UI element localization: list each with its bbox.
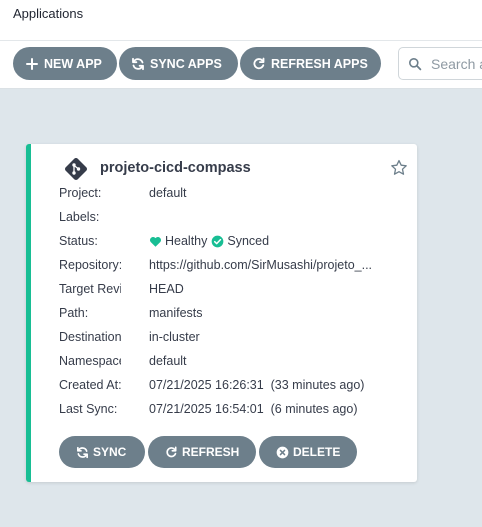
- project-label: Project:: [59, 186, 102, 200]
- last-sync-label: Last Sync:: [59, 402, 118, 416]
- page-title: Applications: [13, 6, 84, 21]
- destination-value: in-cluster: [149, 330, 200, 344]
- status-row: Status: Healthy Synced: [59, 234, 414, 254]
- new-app-label: NEW APP: [44, 56, 102, 71]
- new-app-button[interactable]: NEW APP: [13, 47, 117, 80]
- namespace-value: default: [149, 354, 187, 368]
- redo-icon: [165, 446, 178, 459]
- target-revision-value: HEAD: [149, 282, 184, 296]
- sync-button[interactable]: SYNC: [59, 436, 145, 468]
- search-icon: [408, 57, 422, 71]
- app-name[interactable]: projeto-cicd-compass: [100, 160, 251, 176]
- sync-apps-button[interactable]: SYNC APPS: [119, 47, 238, 80]
- namespace-label: Namespace:: [59, 354, 121, 368]
- delete-button[interactable]: DELETE: [259, 436, 357, 468]
- star-icon[interactable]: [390, 159, 408, 177]
- labels-label: Labels:: [59, 210, 100, 224]
- sync-label: SYNC: [93, 445, 127, 459]
- sync-icon: [131, 57, 145, 71]
- repository-label: Repository:: [59, 258, 121, 272]
- repository-value: https://github.com/SirMusashi/projeto_..…: [149, 258, 373, 272]
- sync-icon: [76, 446, 89, 459]
- namespace-row: Namespace: default: [59, 354, 414, 374]
- target-revision-row: Target Revision: HEAD: [59, 282, 414, 302]
- heart-icon: [149, 236, 162, 247]
- labels-row: Labels:: [59, 210, 414, 230]
- search-box[interactable]: [398, 47, 482, 80]
- refresh-label: REFRESH: [182, 445, 240, 459]
- status-value: Healthy Synced: [149, 234, 269, 248]
- status-label: Status:: [59, 234, 98, 248]
- refresh-button[interactable]: REFRESH: [148, 436, 256, 468]
- refresh-apps-label: REFRESH APPS: [271, 56, 368, 71]
- path-value: manifests: [149, 306, 203, 320]
- health-status: Healthy: [165, 234, 208, 248]
- times-circle-icon: [276, 446, 289, 459]
- path-row: Path: manifests: [59, 306, 414, 326]
- git-logo-icon: [65, 158, 87, 180]
- plus-icon: [25, 57, 39, 71]
- destination-label: Destination:: [59, 330, 121, 344]
- top-bar: Applications: [0, 0, 482, 40]
- created-at-row: Created At: 07/21/2025 16:26:31 (33 minu…: [59, 378, 414, 398]
- check-circle-icon: [212, 235, 224, 247]
- sync-apps-label: SYNC APPS: [150, 56, 222, 71]
- last-sync-value: 07/21/2025 16:54:01 (6 minutes ago): [149, 402, 358, 416]
- delete-label: DELETE: [293, 445, 341, 459]
- target-revision-label: Target Revision:: [59, 282, 121, 296]
- sync-status: Synced: [227, 234, 270, 248]
- path-label: Path:: [59, 306, 89, 320]
- created-at-label: Created At:: [59, 378, 121, 392]
- created-at-value: 07/21/2025 16:26:31 (33 minutes ago): [149, 378, 365, 392]
- refresh-apps-button[interactable]: REFRESH APPS: [240, 47, 381, 80]
- project-value: default: [149, 186, 187, 200]
- destination-row: Destination: in-cluster: [59, 330, 414, 350]
- search-input[interactable]: [431, 55, 482, 72]
- last-sync-row: Last Sync: 07/21/2025 16:54:01 (6 minute…: [59, 402, 414, 422]
- redo-icon: [252, 57, 266, 71]
- application-tile[interactable]: projeto-cicd-compass Project: default La…: [26, 144, 417, 482]
- repository-row: Repository: https://github.com/SirMusash…: [59, 258, 414, 278]
- project-row: Project: default: [59, 186, 414, 206]
